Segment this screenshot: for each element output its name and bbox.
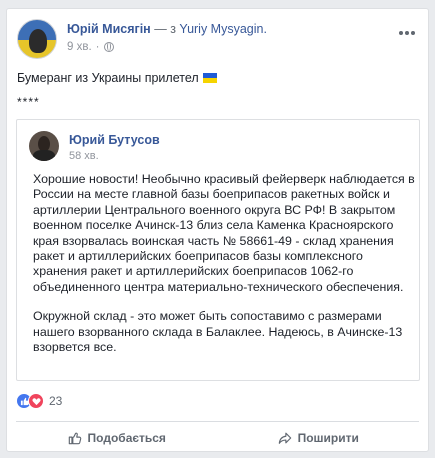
- reactions-summary[interactable]: 23: [16, 393, 62, 409]
- post-header: Юрій Мисягін — з Yuriy Mysyagin. 9 хв. ·: [17, 19, 418, 59]
- shared-post-body: Хорошие новости! Необычно красивый фейер…: [33, 172, 417, 355]
- feed-post: Юрій Мисягін — з Yuriy Mysyagin. 9 хв. ·…: [6, 8, 429, 452]
- share-icon: [278, 432, 291, 444]
- post-separator: ****: [17, 95, 40, 109]
- shared-paragraph-2: Окружной склад - это может быть сопостав…: [33, 309, 403, 355]
- author-avatar[interactable]: [17, 19, 57, 59]
- shared-post-time[interactable]: 58 хв.: [69, 150, 99, 162]
- shared-post[interactable]: Юрий Бутусов 58 хв. Хорошие новости! Нео…: [16, 119, 420, 381]
- via-name[interactable]: Yuriy Mysyagin.: [179, 22, 267, 36]
- share-label: Поширити: [297, 431, 359, 445]
- share-button[interactable]: Поширити: [218, 425, 420, 451]
- shared-author-name[interactable]: Юрий Бутусов: [69, 133, 160, 147]
- like-button[interactable]: Подобається: [16, 425, 218, 451]
- reaction-count: 23: [49, 394, 63, 408]
- more-options-icon[interactable]: [396, 25, 418, 41]
- shared-paragraph-1: Хорошие новости! Необычно красивый фейер…: [33, 172, 415, 294]
- post-text: Бумеранг из Украины прилетел: [17, 71, 217, 85]
- author-line: Юрій Мисягін — з Yuriy Mysyagin.: [67, 22, 267, 36]
- like-label: Подобається: [87, 431, 166, 445]
- post-time[interactable]: 9 хв.: [67, 41, 92, 53]
- globe-icon[interactable]: [103, 42, 114, 52]
- thumbs-up-icon: [68, 432, 81, 445]
- post-meta: 9 хв. ·: [67, 41, 114, 53]
- ukraine-flag-icon: [202, 73, 217, 83]
- shared-author-avatar[interactable]: [29, 131, 59, 161]
- post-text-content: Бумеранг из Украины прилетел: [17, 71, 199, 85]
- via-separator: — з: [154, 22, 176, 36]
- action-bar: Подобається Поширити: [16, 425, 419, 451]
- action-divider: [16, 421, 419, 422]
- love-icon: [28, 393, 44, 409]
- author-name[interactable]: Юрій Мисягін: [67, 22, 151, 36]
- dot-separator: ·: [95, 41, 100, 53]
